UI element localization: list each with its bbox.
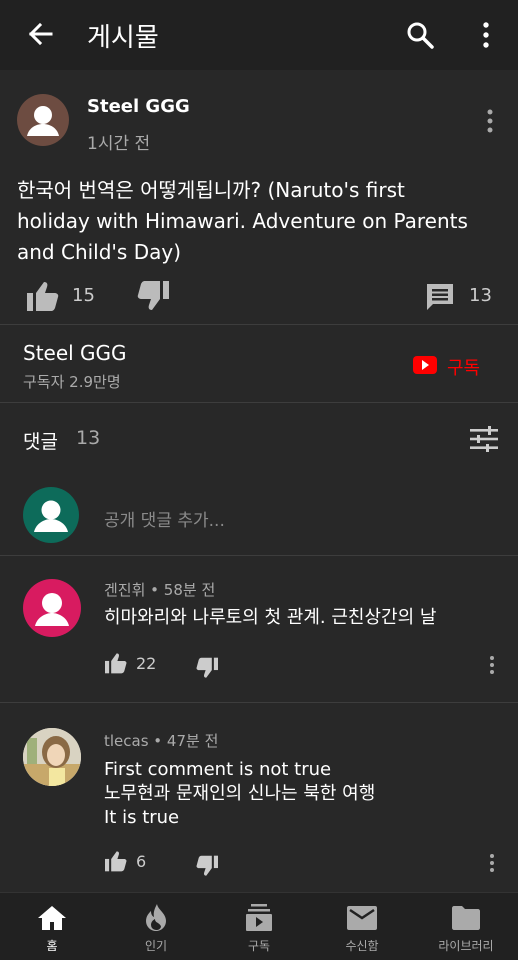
post-comments-icon[interactable] — [425, 282, 455, 312]
comment-like-count: 6 — [136, 852, 147, 871]
nav-item-trending[interactable]: 인기 — [104, 893, 208, 960]
post-comment-count: 13 — [469, 285, 492, 306]
comment-meta: tlecas • 47분 전 — [104, 732, 219, 750]
divider — [0, 555, 518, 556]
comment-text-line: 노무현과 문재인의 신나는 북한 여행 — [104, 783, 376, 804]
nav-label: 라이브러리 — [438, 939, 494, 953]
page-title: 게시물 — [87, 23, 159, 53]
subscriber-count: 구독자 2.9만명 — [23, 373, 121, 391]
comment-more-icon[interactable] — [486, 853, 498, 873]
comment-more-icon[interactable] — [486, 655, 498, 675]
youtube-play-icon[interactable] — [413, 356, 437, 374]
nav-item-library[interactable]: 라이브러리 — [414, 893, 518, 960]
nav-item-home[interactable]: 홈 — [0, 893, 104, 960]
add-comment-input[interactable]: 공개 댓글 추가... — [104, 506, 225, 531]
home-icon — [37, 905, 67, 931]
comments-label: 댓글 — [23, 431, 58, 453]
comment-author-avatar[interactable] — [23, 728, 81, 786]
comment-time: 47분 전 — [166, 732, 219, 750]
current-user-avatar — [23, 487, 79, 543]
top-app-bar: 게시물 — [0, 0, 518, 70]
post-text: 한국어 번역은 어떻게됩니까? (Naruto's first holiday … — [17, 175, 507, 268]
post-author-avatar[interactable] — [17, 94, 69, 146]
comment-text: 히마와리와 나루토의 첫 관계. 근친상간의 날 — [104, 605, 436, 630]
library-folder-icon — [452, 906, 480, 930]
comment-text-line: It is true — [104, 807, 180, 828]
comment-time: 58분 전 — [163, 581, 216, 599]
comment-like-count: 22 — [136, 654, 157, 673]
comment-dislike-icon[interactable] — [195, 657, 219, 679]
subscribe-button[interactable]: 구독 — [447, 354, 480, 380]
post-more-icon[interactable] — [482, 108, 498, 134]
divider — [0, 402, 518, 403]
nav-label: 수신함 — [345, 939, 379, 953]
post-like-icon[interactable] — [26, 280, 60, 312]
comment-like-icon[interactable] — [104, 850, 128, 872]
comment-text-line: First comment is not true — [104, 759, 332, 780]
nav-label: 인기 — [144, 939, 168, 953]
divider — [0, 702, 518, 703]
comment-dislike-icon[interactable] — [195, 855, 219, 877]
post-time: 1시간 전 — [87, 134, 151, 154]
nav-label: 구독 — [247, 939, 271, 953]
more-vert-icon[interactable] — [478, 21, 494, 49]
divider — [0, 324, 518, 325]
comment-like-icon[interactable] — [104, 652, 128, 674]
post-author-name[interactable]: Steel GGG — [87, 96, 190, 117]
trending-flame-icon — [144, 903, 168, 933]
comment-text-line: 히마와리와 나루토의 첫 관계. 근친상간의 날 — [104, 607, 437, 628]
comment-text: First comment is not true 노무현과 문재인의 신나는 … — [104, 758, 375, 830]
nav-item-subscriptions[interactable]: 구독 — [208, 893, 310, 960]
search-icon[interactable] — [405, 20, 435, 50]
channel-name[interactable]: Steel GGG — [23, 341, 127, 365]
subscriptions-icon — [246, 904, 272, 932]
post-text-line: holiday with Himawari. Adventure on Pare… — [17, 209, 468, 233]
comment-author[interactable]: 겐진휘 — [104, 581, 145, 599]
comments-count: 13 — [76, 427, 101, 449]
post-dislike-icon[interactable] — [136, 280, 170, 312]
bottom-nav: 홈 인기 구독 수신함 라이브러리 — [0, 892, 518, 960]
comment-author-avatar[interactable] — [23, 579, 81, 637]
comment-author[interactable]: tlecas — [104, 732, 149, 750]
nav-item-inbox[interactable]: 수신함 — [310, 893, 414, 960]
post-text-line: 한국어 번역은 어떻게됩니까? (Naruto's first — [17, 178, 405, 202]
comment-meta: 겐진휘 • 58분 전 — [104, 581, 216, 599]
post-like-count: 15 — [72, 285, 95, 306]
inbox-mail-icon — [347, 906, 377, 930]
post-text-line: and Child's Day) — [17, 240, 182, 264]
nav-label: 홈 — [46, 939, 58, 953]
sort-filter-icon[interactable] — [470, 426, 498, 452]
back-arrow-icon[interactable] — [26, 20, 54, 48]
